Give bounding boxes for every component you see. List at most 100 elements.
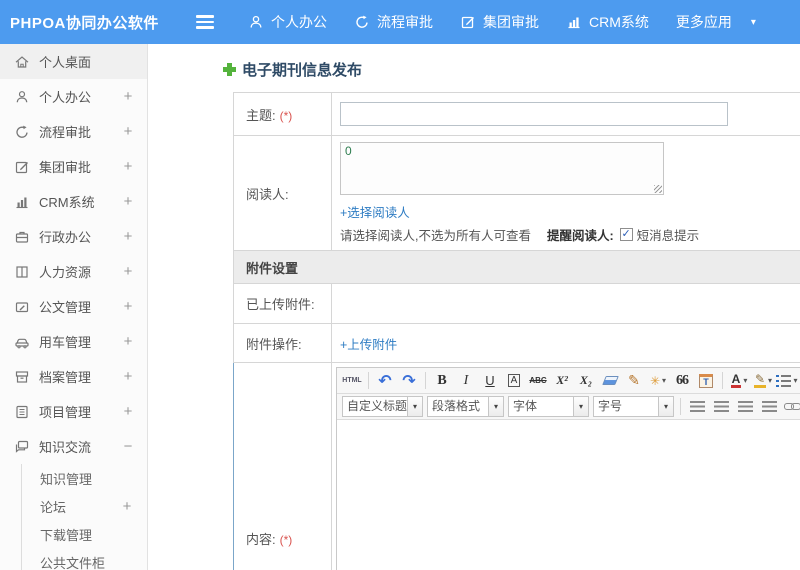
upload-attachment-link[interactable]: +上传附件: [340, 338, 397, 352]
expand-icon[interactable]: +: [122, 158, 134, 175]
sidebar-item-project-mgmt[interactable]: 项目管理 +: [0, 394, 147, 429]
select-readers-link[interactable]: +选择阅读人: [340, 206, 410, 220]
align-center-button[interactable]: [710, 396, 732, 417]
caret-down-icon[interactable]: ▾: [751, 17, 756, 28]
underline-button[interactable]: U: [479, 370, 501, 391]
sms-checkbox[interactable]: [619, 228, 633, 241]
caret-down-icon: ▾: [743, 376, 748, 385]
font-color-button[interactable]: A ▾: [728, 370, 750, 391]
expand-icon[interactable]: +: [122, 263, 134, 280]
sidebar-item-personal-office[interactable]: 个人办公 +: [0, 79, 147, 114]
subject-input[interactable]: [340, 102, 728, 126]
sidebar-subitem-public-file-cabinet[interactable]: 公共文件柜: [22, 548, 147, 570]
page-title: 电子期刊信息发布: [242, 62, 363, 79]
editor-toolbar-row2: 自定义标题 ▾ 段落格式 ▾ 字体 ▾ 字号 ▾: [337, 394, 800, 420]
expand-icon[interactable]: +: [122, 333, 134, 350]
font-border-button[interactable]: A: [503, 370, 525, 391]
sidebar-item-group-approval[interactable]: 集团审批 +: [0, 149, 147, 184]
format-brush-button[interactable]: ✎: [623, 370, 645, 391]
align-right-icon: [737, 401, 753, 412]
sidebar-subitem-forum[interactable]: 论坛 +: [22, 492, 147, 520]
expand-icon[interactable]: +: [121, 498, 133, 515]
expand-icon[interactable]: +: [122, 88, 134, 105]
nav-personal-office[interactable]: 个人办公: [248, 12, 327, 32]
expand-icon[interactable]: +: [122, 298, 134, 315]
bold-button[interactable]: B: [431, 370, 453, 391]
strikethrough-button[interactable]: ABC: [527, 370, 549, 391]
menu-toggle-icon[interactable]: [196, 15, 214, 29]
blockquote-button[interactable]: 66: [671, 370, 693, 391]
collapse-icon[interactable]: −: [122, 438, 134, 455]
highlight-color-button[interactable]: ✎ ▾: [752, 370, 774, 391]
caret-down-icon[interactable]: ▾: [408, 396, 423, 417]
toolbar-separator: [425, 372, 426, 389]
insert-link-button[interactable]: [782, 396, 800, 417]
heading-select[interactable]: 自定义标题 ▾: [342, 396, 423, 417]
expand-icon[interactable]: +: [122, 228, 134, 245]
superscript-button[interactable]: X²: [551, 370, 573, 391]
align-center-icon: [713, 401, 729, 412]
redo-button[interactable]: ↷: [398, 370, 420, 391]
font-size-select[interactable]: 字号 ▾: [593, 396, 674, 417]
required-mark: (*): [279, 108, 293, 123]
align-left-icon: [689, 401, 705, 412]
align-right-button[interactable]: [734, 396, 756, 417]
nav-more-apps[interactable]: 更多应用 ▾: [676, 12, 756, 32]
paste-text-button[interactable]: T: [695, 370, 717, 391]
subject-value-cell: [331, 92, 800, 136]
toolbar-separator: [680, 398, 681, 415]
sidebar-item-label: 个人桌面: [39, 55, 92, 70]
expand-icon[interactable]: +: [122, 368, 134, 385]
sidebar-item-crm[interactable]: CRM系统 +: [0, 184, 147, 219]
nav-group-approval[interactable]: 集团审批: [460, 12, 539, 32]
caret-down-icon[interactable]: ▾: [659, 396, 674, 417]
sidebar-item-document-mgmt[interactable]: 公文管理 +: [0, 289, 147, 324]
align-justify-button[interactable]: [758, 396, 780, 417]
sidebar-item-vehicle-mgmt[interactable]: 用车管理 +: [0, 324, 147, 359]
expand-icon[interactable]: +: [122, 193, 134, 210]
sidebar-item-label: 用车管理: [39, 335, 92, 350]
process-icon: [14, 124, 30, 140]
document-icon: [14, 299, 30, 315]
sidebar-item-admin-office[interactable]: 行政办公 +: [0, 219, 147, 254]
sidebar-item-workflow-approval[interactable]: 流程审批 +: [0, 114, 147, 149]
content-row: 内容: (*) HTML ↶ ↷ B I U A ABC X² X₂ ✎ ✳ ▾…: [233, 362, 800, 570]
resize-handle-icon[interactable]: [654, 185, 662, 193]
expand-icon[interactable]: +: [122, 123, 134, 140]
car-icon: [14, 334, 30, 350]
caret-down-icon[interactable]: ▾: [489, 396, 504, 417]
notebook-icon: [14, 404, 30, 420]
sidebar-item-archive-mgmt[interactable]: 档案管理 +: [0, 359, 147, 394]
html-source-button[interactable]: HTML: [341, 370, 363, 391]
paragraph-format-select[interactable]: 段落格式 ▾: [427, 396, 504, 417]
sidebar-item-desktop[interactable]: 个人桌面: [0, 44, 147, 79]
sidebar-subitem-knowledge-mgmt[interactable]: 知识管理: [22, 464, 147, 492]
nav-label: 更多应用: [675, 14, 732, 30]
undo-button[interactable]: ↶: [374, 370, 396, 391]
sidebar-item-hr[interactable]: 人力资源 +: [0, 254, 147, 289]
nav-crm-system[interactable]: CRM系统: [566, 12, 649, 32]
italic-button[interactable]: I: [455, 370, 477, 391]
paragraph-select-value: 段落格式: [427, 396, 489, 417]
ordered-list-button[interactable]: ▾: [776, 370, 798, 391]
auto-typeset-button[interactable]: ✳ ▾: [647, 370, 669, 391]
editor-content-area[interactable]: [337, 420, 800, 570]
expand-icon[interactable]: +: [122, 403, 134, 420]
font-family-select[interactable]: 字体 ▾: [508, 396, 589, 417]
caret-down-icon[interactable]: ▾: [574, 396, 589, 417]
sidebar-item-label: 知识交流: [39, 440, 92, 455]
page-header: 电子期刊信息发布: [223, 59, 800, 80]
highlight-pen-icon: ✎: [753, 371, 767, 388]
attachment-action-row: 附件操作: +上传附件: [233, 323, 800, 363]
sidebar-subitem-label: 论坛: [40, 499, 67, 515]
nav-workflow-approval[interactable]: 流程审批: [354, 12, 433, 32]
nav-label: 流程审批: [377, 14, 433, 30]
readers-textarea[interactable]: 0: [340, 142, 664, 195]
align-left-button[interactable]: [686, 396, 708, 417]
sidebar-subitem-download-mgmt[interactable]: 下载管理: [22, 520, 147, 548]
subscript-button[interactable]: X₂: [575, 370, 597, 391]
sidebar-item-label: 档案管理: [39, 370, 92, 385]
remove-format-button[interactable]: [599, 370, 621, 391]
sidebar-item-knowledge-exchange[interactable]: 知识交流 −: [0, 429, 147, 464]
archive-icon: [14, 369, 30, 385]
